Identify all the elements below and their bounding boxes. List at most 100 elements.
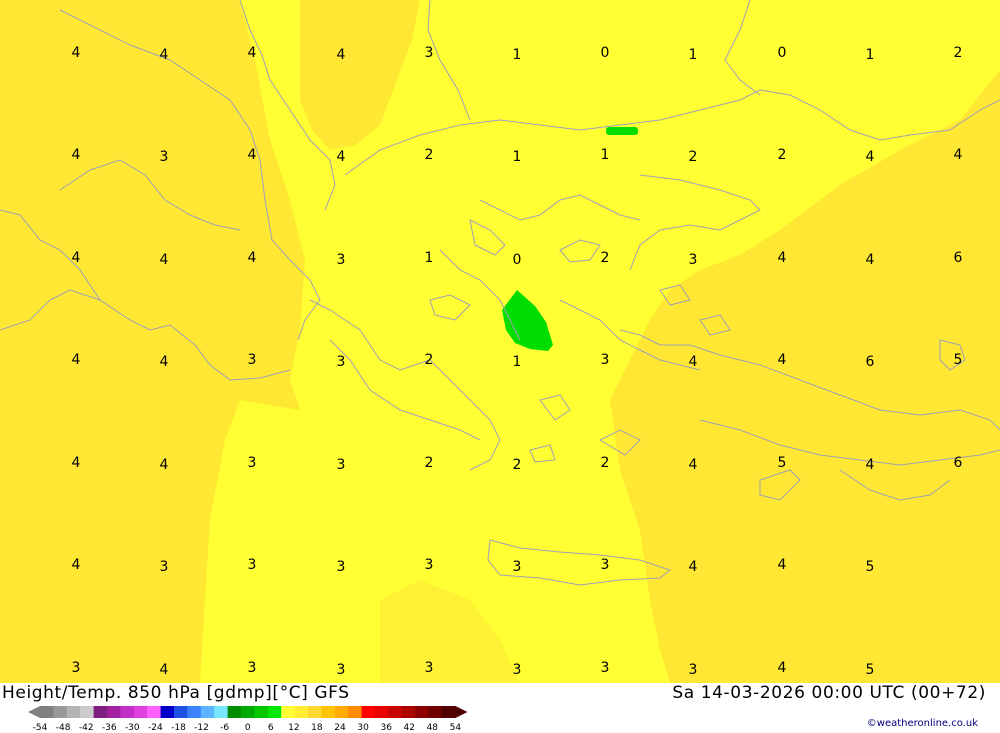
scale-swatch: [267, 706, 282, 718]
grid-value-label: 5: [778, 455, 787, 471]
scale-swatch: [375, 706, 389, 718]
scale-tick-label: -54: [33, 723, 48, 733]
grid-value-label: 1: [513, 354, 522, 370]
scale-swatch: [80, 706, 95, 718]
grid-value-label: 4: [866, 149, 875, 165]
grid-value-label: 4: [160, 354, 169, 370]
grid-value-label: 3: [689, 662, 698, 678]
scale-swatch: [321, 706, 336, 718]
scale-tick-label: -6: [220, 723, 229, 733]
grid-value-label: 4: [778, 557, 787, 573]
grid-value-label: 3: [601, 557, 610, 573]
grid-value-label: 5: [954, 352, 963, 368]
grid-value-label: 2: [601, 455, 610, 471]
temperature-map: 4 4 4 4 3 1 0 1 0 1 2 4 3 4 4 2 1 1 2 2 4 4 4 4 4 3 1 0 2 3 4 4 6 4 4 3 3 2 1 3…: [0, 0, 1000, 683]
grid-value-label: 3: [337, 252, 346, 268]
scale-tick-label: 48: [427, 723, 439, 733]
scale-swatch: [294, 706, 309, 718]
credit-link[interactable]: ©weatheronline.co.uk: [867, 718, 978, 729]
grid-value-label: 1: [425, 250, 434, 266]
scale-swatch: [187, 706, 202, 718]
scale-tick-label: 6: [268, 723, 274, 733]
grid-value-label: 4: [689, 354, 698, 370]
grid-value-label: 3: [601, 352, 610, 368]
scale-swatch: [147, 706, 162, 718]
grid-value-label: 4: [866, 457, 875, 473]
grid-value-label: 1: [513, 47, 522, 63]
grid-value-label: 3: [248, 455, 257, 471]
grid-value-label: 4: [72, 455, 81, 471]
scale-swatch: [214, 706, 229, 718]
grid-value-label: 2: [778, 147, 787, 163]
scale-tick-label: -12: [194, 723, 209, 733]
scale-swatch: [254, 706, 269, 718]
scale-swatch: [348, 706, 363, 718]
grid-value-label: 4: [689, 457, 698, 473]
grid-value-label: 3: [425, 557, 434, 573]
scale-swatch: [428, 706, 443, 718]
grid-value-label: 4: [72, 250, 81, 266]
grid-value-label: 2: [425, 455, 434, 471]
grid-value-label: 1: [866, 47, 875, 63]
scale-tick-label: 0: [245, 723, 251, 733]
scale-swatch: [388, 706, 403, 718]
scale-swatch: [442, 706, 456, 718]
scale-swatch: [227, 706, 242, 718]
scale-swatch: [200, 706, 215, 718]
grid-value-label: 3: [160, 149, 169, 165]
grid-value-label: 4: [866, 252, 875, 268]
grid-value-label: 2: [425, 352, 434, 368]
grid-value-label: 5: [866, 662, 875, 678]
scale-swatch: [66, 706, 81, 718]
grid-value-label: 4: [160, 457, 169, 473]
grid-value-label: 3: [337, 457, 346, 473]
grid-value-label: 2: [601, 250, 610, 266]
grid-value-label: 4: [248, 147, 257, 163]
scale-arrow-right: [455, 706, 468, 718]
grid-value-label: 0: [601, 45, 610, 61]
grid-value-label: 2: [954, 45, 963, 61]
scale-swatch: [281, 706, 296, 718]
grid-value-label: 6: [954, 455, 963, 471]
grid-value-label: 3: [337, 662, 346, 678]
grid-value-label: 0: [513, 252, 522, 268]
scale-swatch: [401, 706, 416, 718]
grid-value-label: 4: [778, 660, 787, 676]
grid-value-label: 3: [425, 660, 434, 676]
scale-swatch: [107, 706, 121, 718]
scale-swatch: [334, 706, 349, 718]
grid-value-label: 4: [72, 352, 81, 368]
grid-value-label: 3: [689, 252, 698, 268]
grid-value-label: 4: [337, 47, 346, 63]
scale-tick-label: -42: [79, 723, 94, 733]
scale-swatch: [93, 706, 108, 718]
grid-value-label: 3: [513, 662, 522, 678]
grid-value-label: 1: [601, 147, 610, 163]
cold-patch-north: [606, 127, 638, 135]
grid-value-label: 2: [425, 147, 434, 163]
grid-value-label: 4: [337, 149, 346, 165]
color-scale-ticks: -54 -48 -42 -36 -30 -24 -18 -12 -6 0 6 12 18 24 30 36 42…: [33, 723, 462, 733]
scale-swatch: [174, 706, 188, 718]
grid-value-label: 3: [248, 352, 257, 368]
scale-swatch: [120, 706, 135, 718]
scale-swatch: [160, 706, 175, 718]
scale-tick-label: -30: [125, 723, 140, 733]
color-scale-swatches: [28, 706, 468, 718]
scale-tick-label: 12: [288, 723, 299, 733]
scale-swatch: [133, 706, 148, 718]
scale-tick-label: 54: [450, 723, 462, 733]
scale-tick-label: 24: [334, 723, 346, 733]
grid-value-label: 4: [778, 250, 787, 266]
scale-tick-label: -24: [148, 723, 163, 733]
weather-map-page: 4444310101243442112244444310234464433213…: [0, 0, 1000, 733]
grid-value-label: 1: [513, 149, 522, 165]
grid-value-label: 4: [689, 559, 698, 575]
scale-swatch: [308, 706, 322, 718]
grid-value-label: 4: [160, 47, 169, 63]
scale-swatch: [361, 706, 376, 718]
scale-tick-label: -36: [102, 723, 117, 733]
grid-value-label: 4: [160, 252, 169, 268]
grid-value-label: 4: [72, 557, 81, 573]
scale-tick-label: 18: [311, 723, 323, 733]
